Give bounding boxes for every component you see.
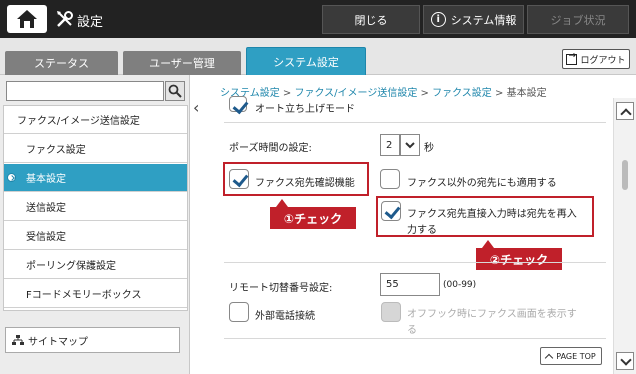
wrench-screwdriver-icon [57,11,73,27]
re-enter-destination-checkbox[interactable] [381,201,401,221]
sidebar-item-label: ファクス/イメージ送信設定 [17,116,140,127]
annotation-callout-1-text: ①チェック [283,211,343,226]
close-button-label: 閉じる [354,13,388,27]
annotation-callout-2-text: ②チェック [489,252,549,267]
page-top-button[interactable]: PAGE TOP [540,347,602,365]
breadcrumb-separator: > [495,88,504,99]
divider [224,338,606,339]
external-phone-checkbox[interactable] [229,302,249,322]
apply-non-fax-label: ファクス以外の宛先にも適用する [407,178,557,189]
apply-non-fax-checkbox[interactable] [380,169,400,189]
breadcrumb-fax-settings[interactable]: ファクス設定 [432,88,492,99]
sidebar-item-send-settings[interactable]: 送信設定 [4,193,187,221]
search-input[interactable] [6,81,164,101]
divider [224,262,606,263]
scroll-thumb[interactable] [622,160,628,190]
pause-time-unit: 秒 [424,143,434,154]
scrollbar[interactable] [613,98,636,374]
offhook-display-checkbox[interactable] [381,302,401,322]
logout-button[interactable]: ログアウト [562,49,630,69]
close-button[interactable]: 閉じる [322,5,420,34]
sidebar-item-label: 送信設定 [26,203,66,214]
sidebar-item-fax-settings[interactable]: ファクス設定 [4,135,187,163]
sidebar-item-fcode-memory-box[interactable]: Fコードメモリーボックス [4,280,187,308]
sitemap-button[interactable]: サイトマップ [5,327,180,353]
chevron-down-icon [405,141,415,148]
system-info-label: システム情報 [450,13,517,27]
breadcrumb-fax-image-send[interactable]: ファクス/イメージ送信設定 [294,88,417,99]
tab-system-settings-label: システム設定 [273,55,339,69]
home-icon [17,10,37,28]
breadcrumb-current: 基本設定 [506,88,547,99]
job-status-button[interactable]: ジョブ状況 [527,5,629,34]
offhook-display-label-line1: オフフック時にファクス画面を表示す [407,309,577,320]
home-button[interactable] [7,5,47,33]
tab-bar: ステータス ユーザー管理 システム設定 ログアウト [0,38,636,75]
remote-switch-range: (00-99) [443,280,477,290]
caret-up-icon [545,353,554,362]
info-icon: i [430,12,446,27]
pause-time-label: ポーズ時間の設定: [229,143,312,154]
sidebar-item-polling-protection[interactable]: ポーリング保護設定 [4,251,187,279]
auto-start-mode-label: オート立ち上げモード [255,104,355,115]
breadcrumb: システム設定 > ファクス/イメージ送信設定 > ファクス設定 > 基本設定 [220,84,547,99]
external-phone-label: 外部電話接続 [255,311,315,322]
breadcrumb-separator: > [282,88,292,99]
current-item-icon [7,173,16,182]
sidebar-item-receive-settings[interactable]: 受信設定 [4,222,187,250]
annotation-callout-1: ①チェック [270,199,356,229]
sidebar-item-label: ポーリング保護設定 [26,261,116,272]
pause-time-dropdown[interactable] [400,134,420,156]
auto-start-mode-checkbox[interactable] [229,96,247,112]
scroll-down-button[interactable] [616,352,634,370]
system-info-button[interactable]: i システム情報 [423,5,524,34]
fax-confirm-checkbox[interactable] [229,169,249,189]
search-icon [168,84,182,98]
pause-time-value[interactable]: 2 [380,134,400,156]
fax-confirm-label: ファクス宛先確認機能 [255,178,355,189]
remote-switch-input[interactable]: 55 [380,273,440,296]
annotation-callout-2: ②チェック [476,240,562,270]
pause-time-value-text: 2 [386,139,393,151]
app-title: 設定 [77,15,104,30]
tab-status-label: ステータス [34,57,89,70]
sidebar-nav: ファクス/イメージ送信設定 ファクス設定 基本設定 送信設定 受信設定 ポーリン… [3,105,188,311]
remote-switch-label: リモート切替番号設定: [229,283,333,294]
sidebar-item-label: 基本設定 [26,174,66,185]
sitemap-label: サイトマップ [28,336,88,348]
tab-user-management[interactable]: ユーザー管理 [123,51,241,75]
breadcrumb-separator: > [420,88,429,99]
logout-icon [566,51,578,65]
sidebar: ファクス/イメージ送信設定 ファクス設定 基本設定 送信設定 受信設定 ポーリン… [0,75,190,374]
sitemap-icon [12,334,24,345]
divider [224,122,606,123]
sidebar-item-basic-settings[interactable]: 基本設定 [4,164,187,192]
re-enter-destination-label-line1: ファクス宛先直接入力時は宛先を再入 [407,209,577,220]
scroll-up-button[interactable] [616,102,634,120]
sidebar-item-label: ファクス設定 [26,145,86,156]
logout-label: ログアウト [580,55,626,66]
re-enter-destination-label-line2: 力する [407,225,437,236]
search-button[interactable] [165,81,185,101]
top-bar: 設定 閉じる i システム情報 ジョブ状況 [0,0,636,38]
remote-switch-value: 55 [386,279,399,290]
sidebar-item-fax-image-send[interactable]: ファクス/イメージ送信設定 [4,106,187,134]
page-top-label: PAGE TOP [556,351,596,361]
sidebar-item-label: Fコードメモリーボックス [26,290,142,301]
collapse-sidebar-icon[interactable]: ‹ [193,98,199,117]
offhook-display-label-line2: る [407,325,417,336]
sidebar-item-label: 受信設定 [26,232,66,243]
tab-user-management-label: ユーザー管理 [149,57,215,70]
job-status-label: ジョブ状況 [550,13,606,27]
tab-status[interactable]: ステータス [5,51,118,75]
tab-system-settings[interactable]: システム設定 [246,47,366,75]
